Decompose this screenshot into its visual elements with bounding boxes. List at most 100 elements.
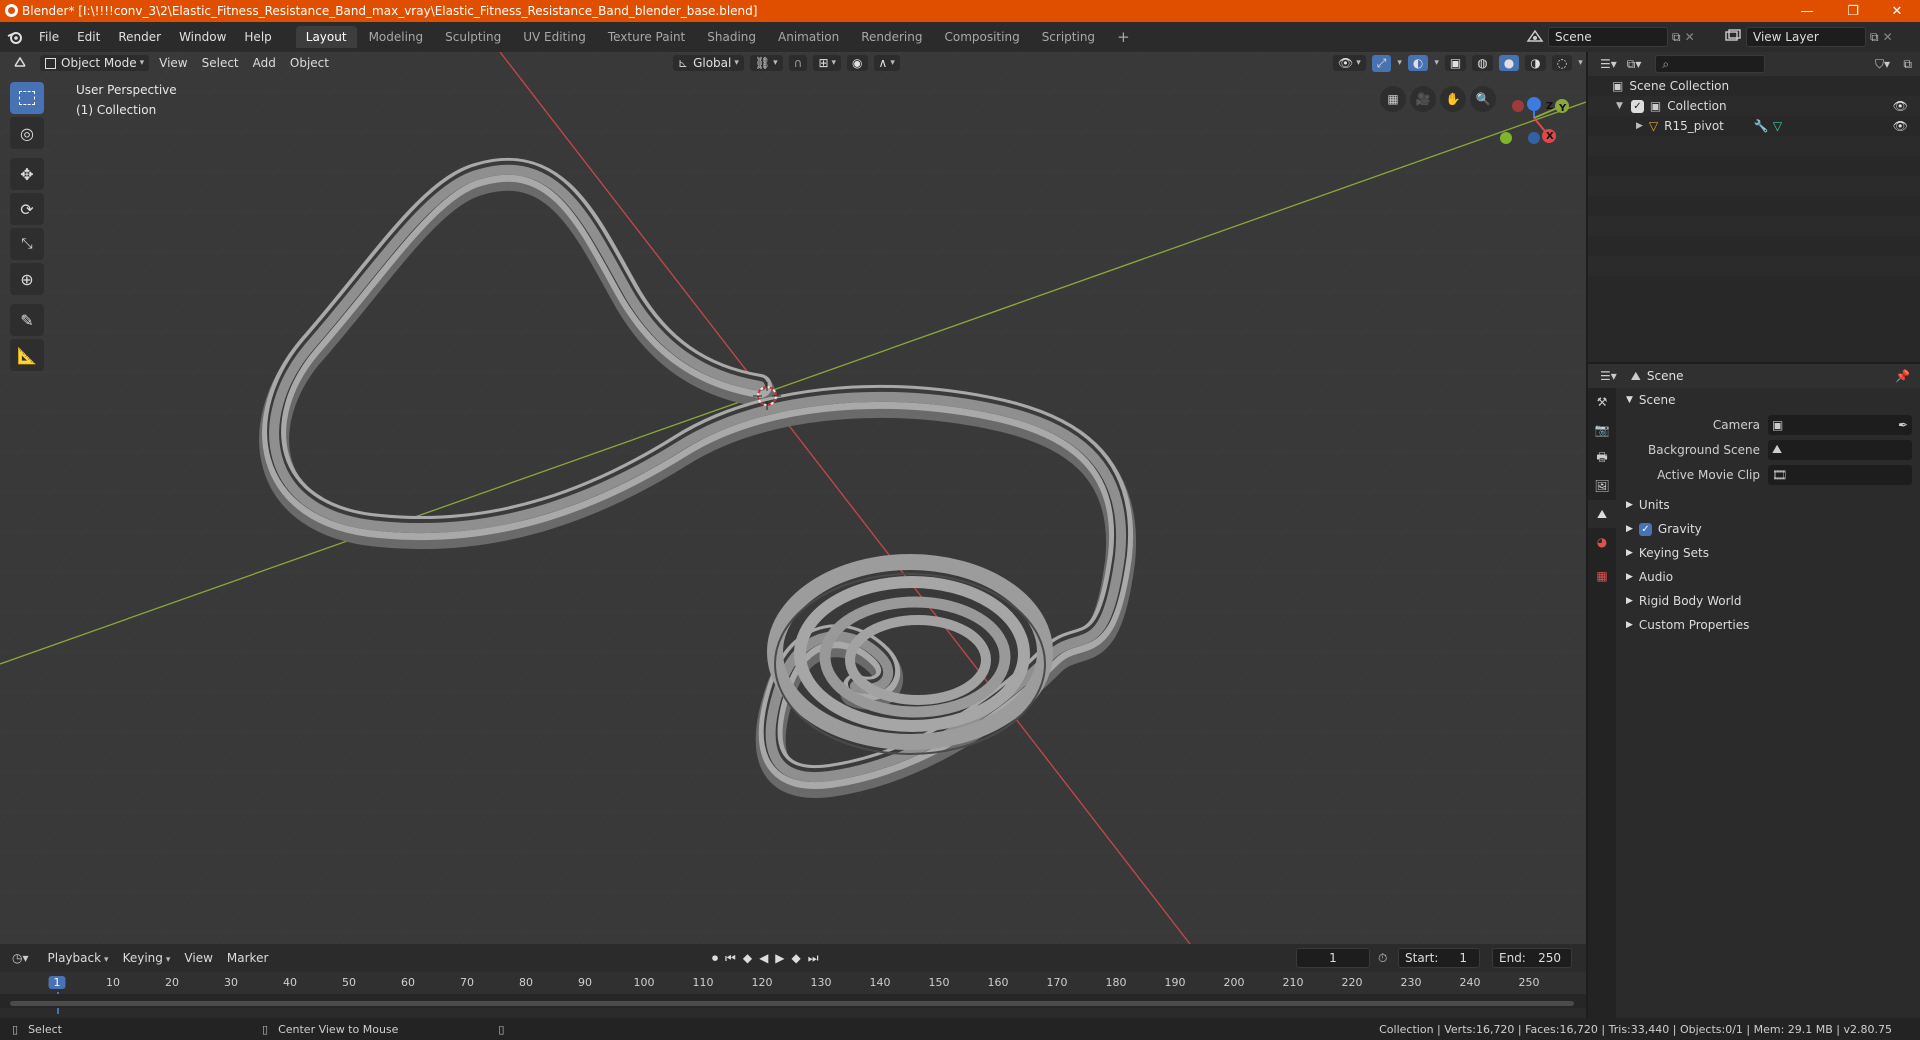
expand-object-icon[interactable]: ▶ [1636,121,1643,131]
gizmo-y-label[interactable]: Y [1559,103,1566,114]
move-tool[interactable]: ✥ [10,158,44,190]
play-button[interactable]: ▶ [775,951,784,966]
panel-rigid-body-world[interactable]: ▶ Rigid Body World [1618,589,1920,613]
prev-keyframe-button[interactable]: ◆ [743,951,752,966]
start-frame-field[interactable]: Start: 1 [1398,948,1480,968]
proportional-edit-toggle[interactable]: ◉ [847,55,868,71]
visibility-selector[interactable]: 👁 ▾ [1333,55,1366,71]
add-workspace-button[interactable]: + [1107,24,1140,50]
next-keyframe-button[interactable]: ◆ [792,951,801,966]
collection-checkbox[interactable]: ✓ [1630,99,1644,113]
collection-visibility-eye-icon[interactable]: 👁 [1893,99,1908,113]
timeline-menu-marker[interactable]: Marker [220,951,275,965]
minimize-button[interactable]: — [1784,0,1830,22]
editor-type-icon[interactable] [12,55,32,72]
gizmo-z-label[interactable]: Z [1546,101,1553,112]
panel-audio[interactable]: ▶ Audio [1618,565,1920,589]
viewport-menu-view[interactable]: View [152,56,194,70]
maximize-button[interactable]: ❐ [1830,0,1876,22]
pivot-point-selector[interactable]: ⛓ ▾ [749,55,783,71]
viewport-menu-add[interactable]: Add [246,56,283,70]
blender-menu-icon[interactable] [0,30,30,44]
overlay-toggle[interactable]: ◐ [1407,55,1429,71]
tab-render[interactable]: 📷 [1588,416,1616,444]
select-box-tool[interactable] [10,82,44,114]
snap-toggle[interactable]: ∩ [788,55,808,71]
scale-tool[interactable]: ⤡ [10,228,44,260]
tab-animation[interactable]: Animation [768,26,849,48]
eyedropper-icon[interactable]: ✒ [1898,418,1908,432]
tab-output[interactable]: 🖶 [1588,444,1616,472]
timeline-track-area[interactable] [0,994,1586,1008]
panel-custom-properties[interactable]: ▶ Custom Properties [1618,613,1920,637]
gizmo-toggle[interactable]: ⤢ [1371,54,1392,72]
record-button[interactable]: ⏺ [712,951,718,966]
expand-collection-icon[interactable]: ▼ [1616,101,1623,111]
object-visibility-eye-icon[interactable]: 👁 [1893,119,1908,133]
new-view-layer-icon[interactable]: ⧉ [1870,30,1879,45]
pan-view-button[interactable]: ✋ [1440,86,1466,112]
tab-shading[interactable]: Shading [697,26,766,48]
tab-compositing[interactable]: Compositing [934,26,1029,48]
gizmo-x-label[interactable]: X [1546,131,1554,142]
timeline-menu-keying[interactable]: Keying ▾ [116,951,178,965]
tab-modeling[interactable]: Modeling [359,26,434,48]
pin-icon[interactable]: 📌 [1895,369,1910,383]
cursor-tool[interactable]: ◎ [10,117,44,149]
timeline-menu-playback[interactable]: Playback ▾ [41,951,116,965]
xray-toggle[interactable]: ▣ [1444,55,1467,71]
transform-orientation-selector[interactable]: ⊾ Global ▾ [673,55,744,71]
close-button[interactable]: ✕ [1874,0,1920,22]
gravity-checkbox[interactable]: ✓ [1638,522,1652,536]
timeline-menu-view[interactable]: View [177,951,219,965]
tab-layout[interactable]: Layout [295,26,357,48]
rotate-tool[interactable]: ⟳ [10,193,44,225]
outliner-row-scene-collection[interactable]: ▣ Scene Collection [1588,76,1920,96]
play-reverse-button[interactable]: ◀ [759,951,768,966]
panel-keying-sets[interactable]: ▶ Keying Sets [1618,541,1920,565]
tab-view-layer[interactable]: 🖼 [1588,472,1616,500]
viewport-menu-select[interactable]: Select [195,56,246,70]
view-layer-icon[interactable] [1724,28,1742,46]
view-layer-selector[interactable]: View Layer [1746,27,1866,47]
current-frame-marker[interactable]: 1 [48,976,66,989]
panel-gravity[interactable]: ▶ ✓ Gravity [1618,517,1920,541]
timeline-editor-type-icon[interactable]: ◷▾ [12,951,29,965]
scene-selector[interactable]: Scene [1548,27,1668,47]
falloff-selector[interactable]: ∧ ▾ [873,55,900,71]
panel-units[interactable]: ▶ Units [1618,493,1920,517]
menu-window[interactable]: Window [170,30,235,44]
tab-tool[interactable]: ⚒ [1588,388,1616,416]
toggle-grid-view-button[interactable]: ▦ [1380,86,1406,112]
filter-icon[interactable]: ⛉▾ [1875,57,1890,72]
tab-rendering[interactable]: Rendering [851,26,932,48]
preview-range-clock-icon[interactable]: ⏱ [1378,951,1387,966]
end-frame-field[interactable]: End: 250 [1492,948,1572,968]
delete-scene-icon[interactable]: ✕ [1685,30,1695,44]
scene-icon[interactable] [1526,28,1544,47]
tab-texture[interactable]: ▦ [1588,562,1616,590]
tab-sculpting[interactable]: Sculpting [435,26,511,48]
measure-tool[interactable]: 📐 [10,339,44,371]
annotate-tool[interactable]: ✎ [10,304,44,336]
outliner-search-input[interactable]: ⌕ [1655,55,1766,73]
tab-texture-paint[interactable]: Texture Paint [598,26,695,48]
tab-world[interactable]: ◕ [1588,528,1616,556]
outliner-editor-type-icon[interactable]: ☰▾ [1600,57,1617,71]
menu-file[interactable]: File [30,30,68,44]
active-movie-clip-field[interactable]: 🎞 [1768,464,1912,485]
shading-options-dropdown[interactable]: ▾ [1578,58,1583,68]
mode-selector[interactable]: Object Mode ▾ [40,55,150,71]
outliner-row-collection[interactable]: ▼ ✓ ▣ Collection 👁 [1588,96,1920,116]
new-scene-icon[interactable]: ⧉ [1672,30,1681,45]
modifier-wrench-icon[interactable]: 🔧 [1754,119,1769,133]
tab-scripting[interactable]: Scripting [1032,26,1105,48]
delete-view-layer-icon[interactable]: ✕ [1883,30,1893,44]
current-frame-field[interactable]: 1 [1296,948,1370,968]
menu-render[interactable]: Render [109,30,170,44]
shading-wireframe-button[interactable]: ◍ [1472,55,1493,71]
jump-start-button[interactable]: ⏮ [725,951,736,966]
shading-solid-button[interactable]: ● [1498,55,1520,71]
shading-material-button[interactable]: ◑ [1525,55,1546,71]
jump-end-button[interactable]: ⏭ [808,951,819,966]
